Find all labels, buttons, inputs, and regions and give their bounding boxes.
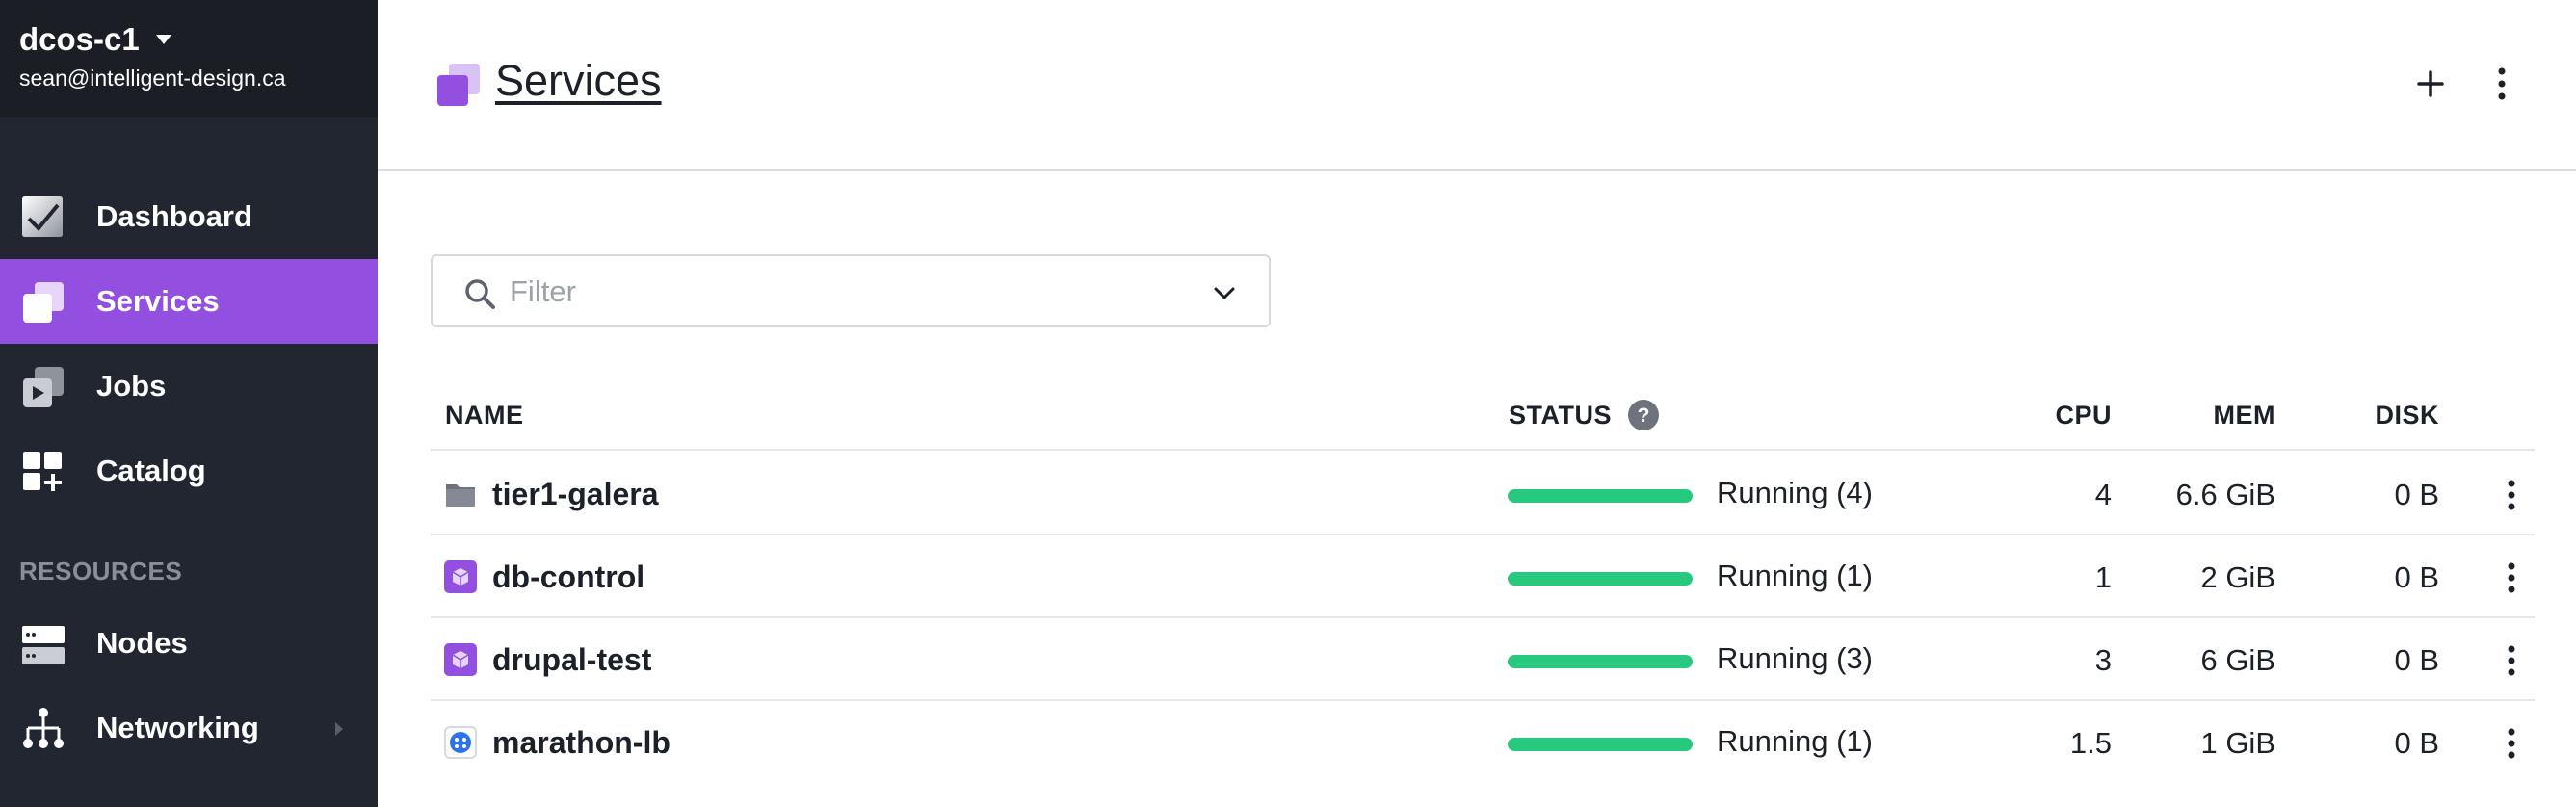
service-name-link[interactable]: tier1-galera bbox=[492, 477, 659, 512]
add-service-button[interactable] bbox=[2406, 60, 2455, 108]
row-more-icon[interactable] bbox=[2492, 557, 2531, 599]
caret-down-icon[interactable] bbox=[156, 35, 171, 44]
sidebar-item-dashboard[interactable]: Dashboard bbox=[0, 174, 378, 259]
table-row[interactable]: drupal-test Running (3) 3 6 GiB 0 B bbox=[431, 618, 2535, 701]
service-name-link[interactable]: marathon-lb bbox=[492, 725, 670, 761]
status-progress-bar bbox=[1508, 738, 1693, 751]
svg-text:?: ? bbox=[1638, 404, 1650, 427]
networking-icon bbox=[23, 708, 64, 748]
cpu-value: 3 bbox=[2094, 643, 2112, 677]
chevron-down-icon[interactable] bbox=[1209, 277, 1240, 308]
cpu-value: 1.5 bbox=[2069, 726, 2112, 760]
sidebar-item-label: Services bbox=[96, 284, 220, 318]
service-cube-icon bbox=[444, 560, 477, 593]
dashboard-icon bbox=[22, 196, 63, 237]
sidebar-item-label: Jobs bbox=[96, 369, 167, 403]
status-progress-bar bbox=[1508, 655, 1693, 668]
cluster-user-email: sean@intelligent-design.ca bbox=[19, 65, 286, 91]
jobs-icon bbox=[23, 367, 64, 407]
page-title[interactable]: Services bbox=[495, 56, 662, 106]
mem-value: 1 GiB bbox=[2200, 726, 2275, 760]
mem-value: 2 GiB bbox=[2200, 560, 2275, 594]
table-row[interactable]: marathon-lb Running (1) 1.5 1 GiB 0 B bbox=[431, 701, 2535, 784]
chevron-right-icon[interactable] bbox=[335, 722, 343, 736]
disk-value: 0 B bbox=[2394, 478, 2439, 511]
disk-value: 0 B bbox=[2394, 643, 2439, 677]
table-row[interactable]: tier1-galera Running (4) 4 6.6 GiB 0 B bbox=[431, 453, 2535, 535]
mem-value: 6.6 GiB bbox=[2175, 478, 2275, 511]
sidebar-item-networking[interactable]: Networking bbox=[0, 686, 378, 770]
table-header: NAME STATUS ? CPU MEM DISK bbox=[431, 385, 2535, 451]
sidebar-item-services[interactable]: Services bbox=[0, 259, 378, 344]
disk-value: 0 B bbox=[2394, 560, 2439, 594]
column-header-cpu[interactable]: CPU bbox=[1972, 401, 2112, 430]
cpu-value: 4 bbox=[2094, 478, 2112, 511]
filter-box[interactable] bbox=[431, 254, 1271, 327]
sidebar: dcos-c1 sean@intelligent-design.ca Dashb… bbox=[0, 0, 378, 807]
status-progress-fill bbox=[1508, 655, 1693, 668]
nodes-icon bbox=[22, 626, 65, 664]
table-row[interactable]: db-control Running (1) 1 2 GiB 0 B bbox=[431, 535, 2535, 618]
filter-input[interactable] bbox=[510, 270, 1126, 314]
sidebar-item-label: Networking bbox=[96, 711, 259, 744]
catalog-icon bbox=[23, 452, 62, 491]
sidebar-item-catalog[interactable]: Catalog bbox=[0, 429, 378, 513]
status-text: Running (1) bbox=[1717, 559, 1873, 592]
sidebar-item-label: Nodes bbox=[96, 626, 188, 660]
status-progress-bar bbox=[1508, 489, 1693, 503]
help-icon[interactable]: ? bbox=[1627, 399, 1660, 431]
sidebar-item-label: Catalog bbox=[96, 454, 206, 487]
column-header-name[interactable]: NAME bbox=[445, 401, 524, 430]
resources-section-heading: RESOURCES bbox=[19, 557, 183, 586]
column-header-mem[interactable]: MEM bbox=[2126, 401, 2275, 430]
disk-value: 0 B bbox=[2394, 726, 2439, 760]
status-text: Running (4) bbox=[1717, 476, 1873, 509]
folder-icon bbox=[446, 484, 475, 507]
sidebar-item-jobs[interactable]: Jobs bbox=[0, 344, 378, 429]
search-icon bbox=[465, 279, 495, 309]
sidebar-item-label: Dashboard bbox=[96, 199, 252, 233]
service-cube-icon bbox=[444, 643, 477, 676]
status-progress-fill bbox=[1508, 572, 1693, 586]
services-icon bbox=[437, 64, 480, 106]
status-progress-bar bbox=[1508, 572, 1693, 586]
row-more-icon[interactable] bbox=[2492, 474, 2531, 516]
more-actions-icon[interactable] bbox=[2478, 60, 2526, 108]
status-progress-fill bbox=[1508, 489, 1693, 503]
sidebar-item-nodes[interactable]: Nodes bbox=[0, 601, 378, 686]
cluster-name[interactable]: dcos-c1 bbox=[19, 21, 140, 58]
column-header-disk[interactable]: DISK bbox=[2290, 401, 2439, 430]
status-text: Running (3) bbox=[1717, 641, 1873, 675]
services-icon bbox=[23, 282, 64, 323]
marathon-lb-icon bbox=[444, 726, 477, 759]
status-text: Running (1) bbox=[1717, 724, 1873, 758]
cluster-header[interactable]: dcos-c1 sean@intelligent-design.ca bbox=[0, 0, 378, 117]
column-header-status[interactable]: STATUS bbox=[1509, 401, 1612, 430]
status-progress-fill bbox=[1508, 738, 1693, 751]
row-more-icon[interactable] bbox=[2492, 722, 2531, 765]
service-name-link[interactable]: db-control bbox=[492, 560, 644, 595]
page-header: Services bbox=[378, 0, 2576, 171]
service-name-link[interactable]: drupal-test bbox=[492, 642, 651, 678]
row-more-icon[interactable] bbox=[2492, 639, 2531, 682]
mem-value: 6 GiB bbox=[2200, 643, 2275, 677]
cpu-value: 1 bbox=[2094, 560, 2112, 594]
